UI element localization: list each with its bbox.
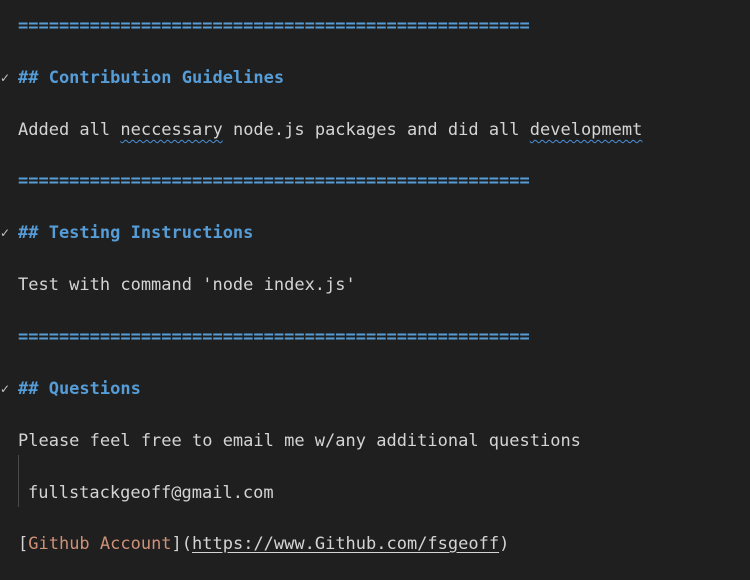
- horizontal-rule: ========================================…: [18, 327, 530, 347]
- link-bracket: ): [499, 534, 510, 554]
- horizontal-rule: ========================================…: [18, 16, 530, 36]
- text-segment: node.js packages and did all: [222, 120, 530, 140]
- fold-chevron-icon[interactable]: ✓: [0, 378, 12, 400]
- contribution-text: Added all neccessary node.js packages an…: [18, 119, 642, 141]
- email-text: fullstackgeoff@gmail.com: [28, 483, 274, 503]
- section-heading-contribution: ## Contribution Guidelines: [18, 68, 285, 88]
- link-text[interactable]: Github Account: [28, 534, 171, 554]
- link-url[interactable]: https://www.Github.com/fsgeoff: [192, 534, 499, 554]
- text-segment: Added all: [18, 120, 121, 140]
- section-heading-testing: ## Testing Instructions: [18, 223, 254, 243]
- questions-text: Please feel free to email me w/any addit…: [18, 431, 581, 451]
- link-bracket: ](: [171, 534, 193, 554]
- horizontal-rule: ========================================…: [18, 171, 530, 191]
- indent-guide: [18, 455, 19, 507]
- markdown-editor[interactable]: ========================================…: [0, 0, 750, 580]
- misspelled-word[interactable]: neccessary: [120, 120, 222, 140]
- link-bracket: [: [18, 534, 29, 554]
- fold-chevron-icon[interactable]: ✓: [0, 67, 12, 89]
- fold-chevron-icon[interactable]: ✓: [0, 222, 12, 244]
- testing-text: Test with command 'node index.js': [18, 275, 356, 295]
- github-link-line[interactable]: [Github Account](https://www.Github.com/…: [18, 533, 509, 555]
- section-heading-questions: ## Questions: [18, 379, 141, 399]
- misspelled-word[interactable]: developmemt: [530, 120, 643, 140]
